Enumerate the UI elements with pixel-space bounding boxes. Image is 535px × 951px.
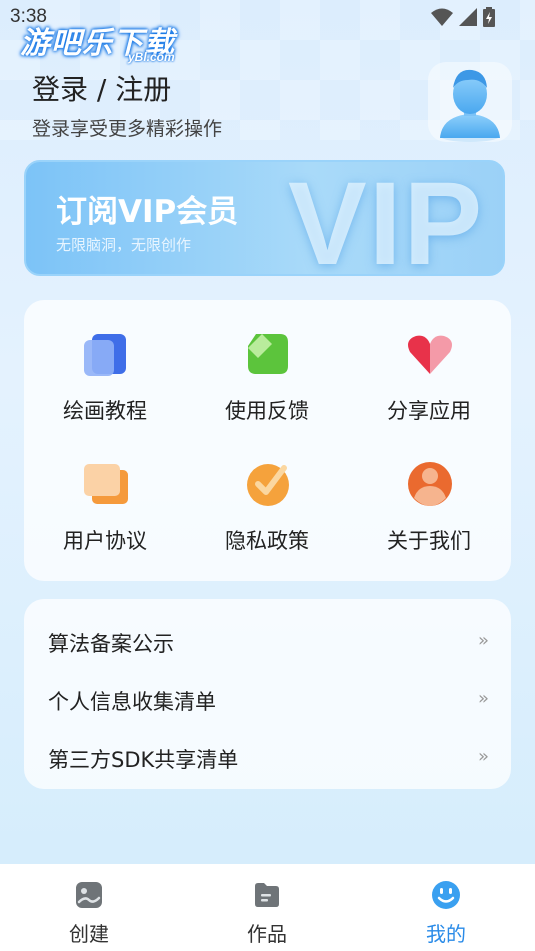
tab-create[interactable]: 创建	[0, 864, 178, 951]
feature-grid-card: 绘画教程 使用反馈 分享应用 用户协议 隐私政策 关于我们	[24, 300, 511, 581]
tab-label: 我的	[426, 922, 466, 946]
feedback-icon	[248, 334, 288, 374]
chevron-right-icon: »	[477, 630, 489, 651]
grid-item-tutorial[interactable]: 绘画教程	[24, 300, 186, 430]
info-list-card: 算法备案公示 » 个人信息收集清单 » 第三方SDK共享清单 »	[24, 599, 511, 789]
tutorial-icon	[84, 334, 126, 376]
bottom-tab-bar: 创建 作品 我的	[0, 864, 535, 951]
status-icons	[431, 7, 495, 27]
grid-item-privacy[interactable]: 隐私政策	[186, 430, 348, 560]
vip-graphic-text: VIP	[288, 160, 485, 276]
grid-label: 绘画教程	[63, 399, 147, 423]
vip-subscribe-card[interactable]: VIP 订阅VIP会员 无限脑洞，无限创作	[24, 160, 505, 276]
smiley-icon	[432, 881, 460, 909]
grid-label: 隐私政策	[225, 529, 309, 553]
privacy-check-icon	[247, 464, 289, 506]
grid-item-about[interactable]: 关于我们	[348, 430, 510, 560]
grid-label: 用户协议	[63, 529, 147, 553]
tab-works[interactable]: 作品	[178, 864, 356, 951]
login-subtitle: 登录享受更多精彩操作	[32, 118, 223, 140]
list-item-algorithm[interactable]: 算法备案公示 »	[24, 606, 511, 664]
grid-label: 使用反馈	[225, 399, 309, 423]
avatar[interactable]	[428, 62, 512, 142]
tab-label: 作品	[247, 922, 287, 946]
vip-title: 订阅VIP会员	[56, 194, 239, 230]
grid-label: 关于我们	[387, 529, 471, 553]
list-item-label: 第三方SDK共享清单	[48, 748, 239, 772]
works-icon	[255, 883, 279, 907]
list-item-sdk[interactable]: 第三方SDK共享清单 »	[24, 722, 511, 780]
tab-label: 创建	[69, 922, 109, 946]
grid-label: 分享应用	[387, 399, 471, 423]
wifi-icon	[431, 8, 453, 26]
create-icon	[76, 882, 102, 908]
list-item-label: 算法备案公示	[48, 632, 174, 656]
signal-icon	[459, 8, 477, 26]
grid-item-feedback[interactable]: 使用反馈	[186, 300, 348, 430]
vip-subtitle: 无限脑洞，无限创作	[56, 236, 192, 254]
heart-icon	[408, 335, 452, 374]
grid-item-share[interactable]: 分享应用	[348, 300, 510, 430]
chevron-right-icon: »	[477, 688, 489, 709]
watermark-domain: yBl.com	[128, 50, 175, 64]
list-item-personal-info[interactable]: 个人信息收集清单 »	[24, 664, 511, 722]
agreement-icon	[84, 464, 128, 504]
tab-mine[interactable]: 我的	[357, 864, 535, 951]
list-item-label: 个人信息收集清单	[48, 690, 216, 714]
chevron-right-icon: »	[477, 746, 489, 767]
grid-item-agreement[interactable]: 用户协议	[24, 430, 186, 560]
about-person-icon	[408, 462, 452, 506]
user-avatar-icon	[440, 69, 500, 142]
battery-icon	[483, 7, 495, 27]
login-register-link[interactable]: 登录 / 注册	[32, 68, 171, 108]
